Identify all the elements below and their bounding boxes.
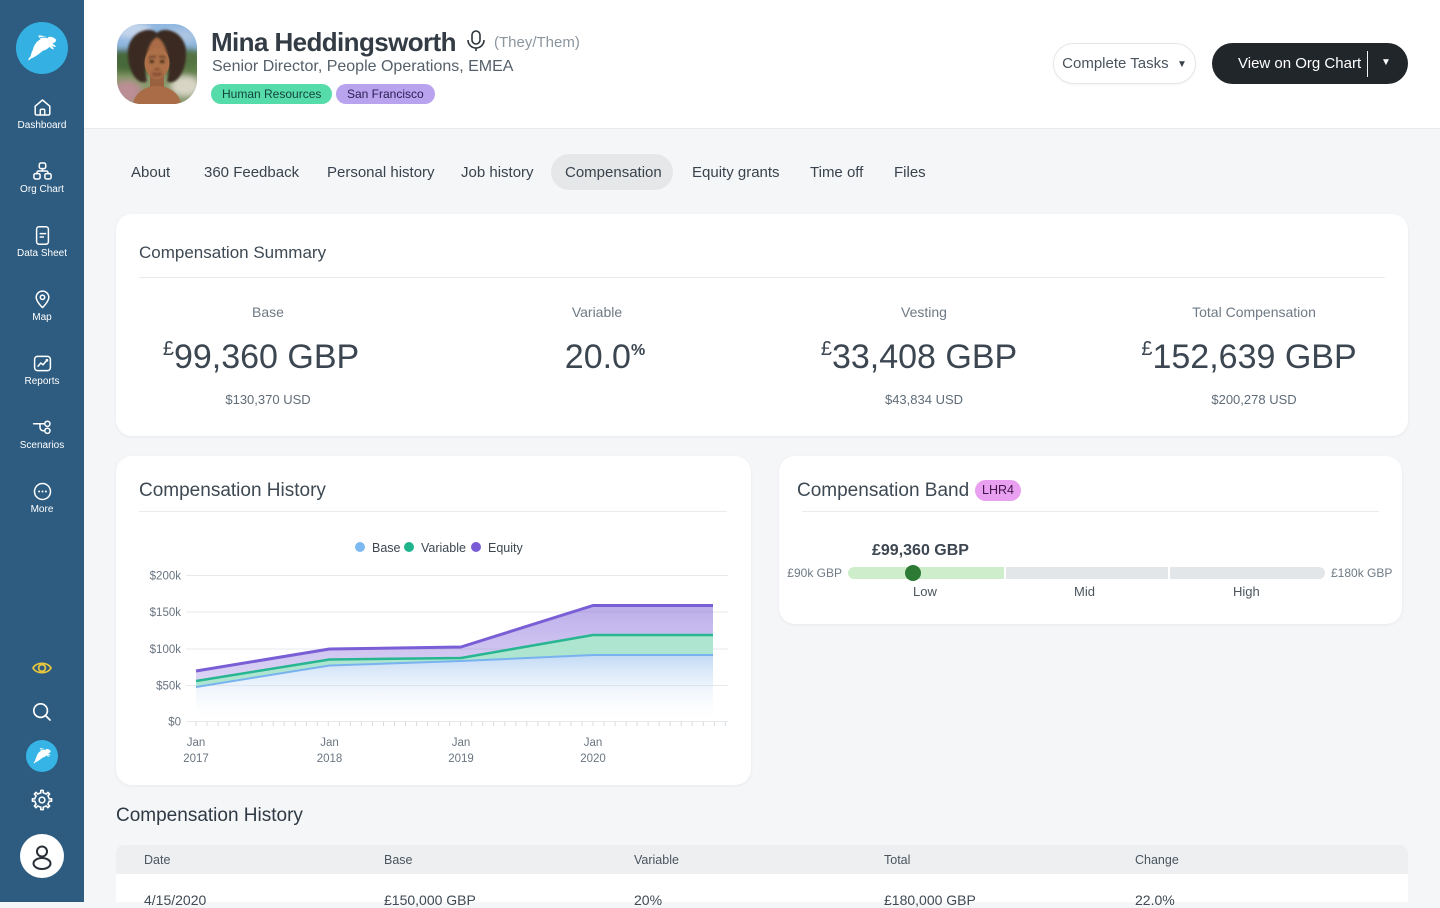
svg-text:Base: Base [372,541,401,555]
svg-text:Jan: Jan [584,737,603,749]
svg-text:$100k: $100k [150,644,182,656]
svg-text:$0: $0 [168,717,181,729]
svg-text:2020: 2020 [580,753,606,765]
svg-text:Equity: Equity [488,541,523,555]
svg-text:$150k: $150k [150,607,182,619]
svg-text:$200k: $200k [150,571,182,583]
svg-text:2019: 2019 [448,753,474,765]
svg-text:$50k: $50k [156,681,181,693]
svg-text:Jan: Jan [187,737,206,749]
svg-text:Variable: Variable [421,541,466,555]
svg-text:2018: 2018 [317,753,343,765]
svg-text:2017: 2017 [183,753,209,765]
svg-text:Jan: Jan [320,737,339,749]
svg-text:Jan: Jan [452,737,471,749]
